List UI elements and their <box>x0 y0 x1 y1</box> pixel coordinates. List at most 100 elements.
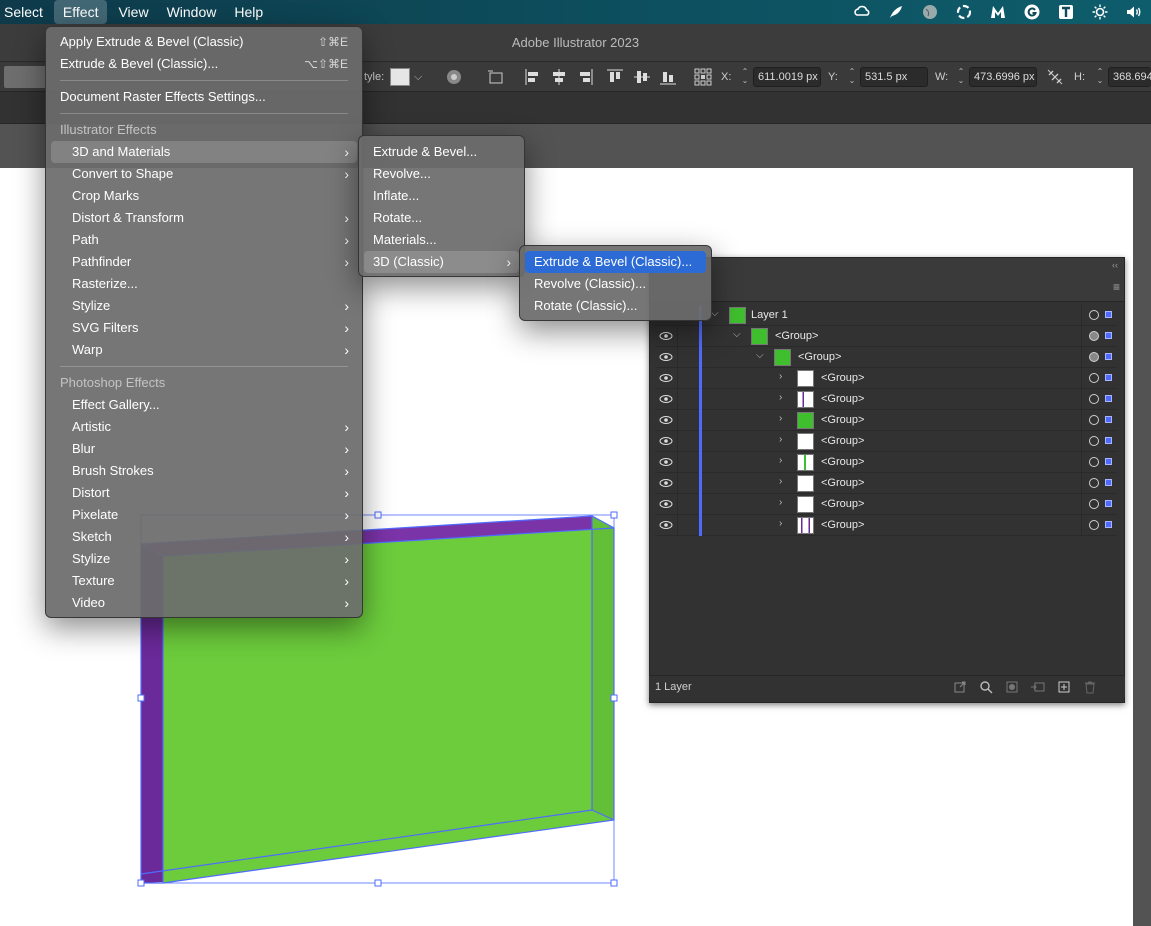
menu-item-video[interactable]: Video › <box>51 592 357 614</box>
creative-cloud-icon[interactable] <box>851 3 873 21</box>
menu-item-inflate[interactable]: Inflate... <box>364 185 519 207</box>
layer-row-group[interactable]: › <Group> <box>655 494 1117 515</box>
y-field[interactable]: 531.5 px <box>860 67 928 87</box>
eye-icon[interactable] <box>659 435 673 447</box>
align-middle-icon[interactable] <box>632 67 652 87</box>
lock-column[interactable] <box>677 431 678 452</box>
reference-point-icon[interactable] <box>693 67 713 87</box>
layer-name[interactable]: <Group> <box>798 351 841 363</box>
menu-window[interactable]: Window <box>158 0 226 24</box>
clipping-mask-icon[interactable] <box>1004 679 1020 695</box>
menu-item-rotate-classic[interactable]: Rotate (Classic)... <box>525 295 706 317</box>
chevron-down-icon[interactable]: ⌵ <box>414 68 422 86</box>
target-circle-icon[interactable] <box>1089 478 1099 488</box>
menu-select[interactable]: Select <box>0 0 52 24</box>
x-field[interactable]: 611.0019 px <box>753 67 821 87</box>
recolor-icon[interactable] <box>444 67 464 87</box>
chevron-right-icon[interactable]: › <box>779 497 782 508</box>
target-circle-icon[interactable] <box>1089 310 1099 320</box>
target-circle-icon[interactable] <box>1089 415 1099 425</box>
chevron-down-icon[interactable]: ⌵ <box>711 308 719 319</box>
menu-item-rotate[interactable]: Rotate... <box>364 207 519 229</box>
menu-item-stylize[interactable]: Stylize › <box>51 548 357 570</box>
eye-icon[interactable] <box>659 477 673 489</box>
layer-name[interactable]: <Group> <box>821 372 864 384</box>
selection-indicator[interactable] <box>1105 521 1112 528</box>
search-icon[interactable] <box>978 679 994 695</box>
menu-item-brush-strokes[interactable]: Brush Strokes › <box>51 460 357 482</box>
menu-item-distort-transform[interactable]: Distort & Transform › <box>51 207 357 229</box>
menu-item-revolve-classic[interactable]: Revolve (Classic)... <box>525 273 706 295</box>
align-right-icon[interactable] <box>575 67 595 87</box>
collapse-icon[interactable]: ‹‹ <box>1112 260 1118 270</box>
target-circle-icon[interactable] <box>1089 352 1099 362</box>
menu-item-svg-filters[interactable]: SVG Filters › <box>51 317 357 339</box>
align-top-icon[interactable] <box>605 67 625 87</box>
chevron-right-icon[interactable]: › <box>779 392 782 403</box>
eye-icon[interactable] <box>659 414 673 426</box>
target-circle-icon[interactable] <box>1089 520 1099 530</box>
align-left-icon[interactable] <box>523 67 543 87</box>
menu-item-3d-classic[interactable]: 3D (Classic) › <box>364 251 519 273</box>
selection-indicator[interactable] <box>1105 395 1112 402</box>
eye-icon[interactable] <box>659 351 673 363</box>
layer-row-group[interactable]: ⌵ <Group> <box>655 326 1117 347</box>
chevron-right-icon[interactable]: › <box>779 518 782 529</box>
x-stepper[interactable]: ⌃ ⌄ <box>739 67 751 87</box>
chevron-right-icon[interactable]: › <box>779 371 782 382</box>
menu-item-distort[interactable]: Distort › <box>51 482 357 504</box>
w-stepper[interactable]: ⌃ ⌄ <box>955 67 967 87</box>
eye-icon[interactable] <box>659 519 673 531</box>
menu-item-extrude-bevel-classic[interactable]: Extrude & Bevel (Classic)... <box>525 251 706 273</box>
h-field[interactable]: 368.694 <box>1108 67 1151 87</box>
selection-indicator[interactable] <box>1105 353 1112 360</box>
selection-indicator[interactable] <box>1105 500 1112 507</box>
lock-column[interactable] <box>677 347 678 368</box>
sync-icon[interactable] <box>953 3 975 21</box>
lock-column[interactable] <box>677 368 678 389</box>
menu-item-3d-and-materials[interactable]: 3D and Materials › <box>51 141 357 163</box>
malwarebytes-icon[interactable] <box>987 3 1009 21</box>
layer-name[interactable]: <Group> <box>821 414 864 426</box>
menu-item-path[interactable]: Path › <box>51 229 357 251</box>
constrain-proportions-icon[interactable] <box>1045 67 1065 87</box>
target-circle-icon[interactable] <box>1089 331 1099 341</box>
transform-icon[interactable] <box>486 67 506 87</box>
style-swatch[interactable] <box>390 68 410 86</box>
layer-row-group[interactable]: › <Group> <box>655 452 1117 473</box>
menu-item-extrude-bevel[interactable]: Extrude & Bevel... <box>364 141 519 163</box>
chevron-right-icon[interactable]: › <box>779 434 782 445</box>
trash-icon[interactable] <box>1082 679 1098 695</box>
selection-indicator[interactable] <box>1105 479 1112 486</box>
fill-swatch[interactable] <box>4 66 46 88</box>
menu-item-warp[interactable]: Warp › <box>51 339 357 361</box>
text-icon[interactable] <box>1055 3 1077 21</box>
grammarly-icon[interactable] <box>1021 3 1043 21</box>
layer-row-group[interactable]: › <Group> <box>655 389 1117 410</box>
lock-column[interactable] <box>677 515 678 536</box>
layer-name[interactable]: <Group> <box>775 330 818 342</box>
new-layer-icon[interactable] <box>1056 679 1072 695</box>
menu-item-materials[interactable]: Materials... <box>364 229 519 251</box>
selection-indicator[interactable] <box>1105 332 1112 339</box>
target-circle-icon[interactable] <box>1089 373 1099 383</box>
lock-column[interactable] <box>677 389 678 410</box>
layer-name[interactable]: <Group> <box>821 498 864 510</box>
layer-row-group[interactable]: › <Group> <box>655 473 1117 494</box>
eye-icon[interactable] <box>659 372 673 384</box>
menu-item-pathfinder[interactable]: Pathfinder › <box>51 251 357 273</box>
chevron-down-icon[interactable]: ⌵ <box>756 350 764 361</box>
layer-name[interactable]: <Group> <box>821 393 864 405</box>
menu-item-artistic[interactable]: Artistic › <box>51 416 357 438</box>
menu-item-raster-settings[interactable]: Document Raster Effects Settings... <box>51 86 357 108</box>
new-sublayer-icon[interactable] <box>1030 679 1046 695</box>
menu-item-crop-marks[interactable]: Crop Marks <box>51 185 357 207</box>
lock-column[interactable] <box>677 326 678 347</box>
feather-icon[interactable] <box>885 3 907 21</box>
eye-icon[interactable] <box>659 393 673 405</box>
selection-indicator[interactable] <box>1105 416 1112 423</box>
layer-row-group[interactable]: › <Group> <box>655 410 1117 431</box>
target-circle-icon[interactable] <box>1089 499 1099 509</box>
volume-icon[interactable] <box>1123 3 1145 21</box>
layer-name[interactable]: <Group> <box>821 477 864 489</box>
